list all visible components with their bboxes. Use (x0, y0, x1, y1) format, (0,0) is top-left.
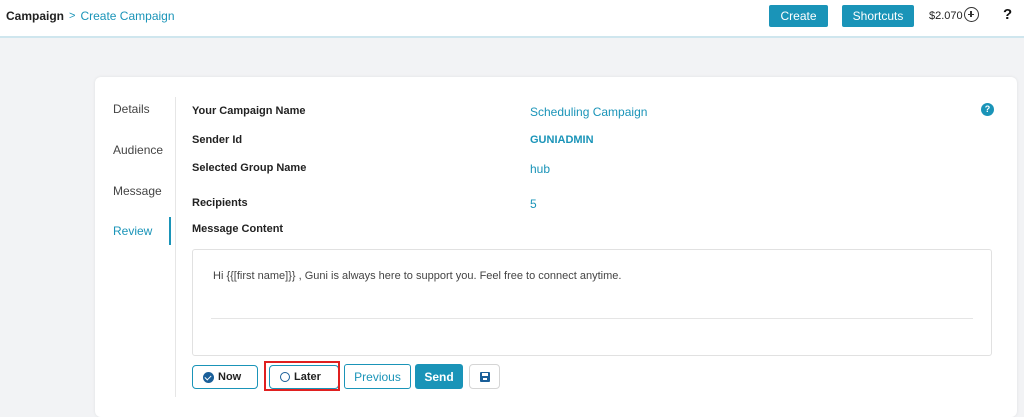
message-divider (211, 318, 973, 319)
step-details[interactable]: Details (113, 102, 150, 116)
save-button[interactable] (469, 364, 500, 389)
now-label: Now (218, 371, 242, 383)
plus-circle-icon[interactable] (964, 7, 979, 22)
radio-checked-icon (203, 371, 214, 383)
question-icon[interactable]: ? (981, 103, 994, 116)
save-icon (480, 372, 490, 382)
step-nav: Details Audience Message Review (95, 77, 175, 417)
recipients-value: 5 (530, 197, 537, 211)
breadcrumb-create-campaign[interactable]: Create Campaign (80, 9, 174, 23)
campaign-name-label: Your Campaign Name (192, 105, 306, 117)
breadcrumb-campaign[interactable]: Campaign (6, 9, 64, 23)
step-message[interactable]: Message (113, 184, 162, 198)
balance-amount: $2.070 (929, 10, 963, 22)
step-nav-divider (175, 97, 176, 397)
message-content-label: Message Content (192, 223, 284, 235)
step-review[interactable]: Review (113, 224, 152, 238)
recipients-label: Recipients (192, 197, 248, 209)
later-highlight-box (264, 361, 340, 391)
active-step-indicator (169, 217, 171, 245)
breadcrumb: Campaign > Create Campaign (6, 9, 175, 23)
help-icon[interactable]: ? (1003, 6, 1012, 23)
group-name-value: hub (530, 162, 551, 176)
send-button[interactable]: Send (415, 364, 463, 389)
campaign-review-card: Details Audience Message Review Your Cam… (95, 77, 1017, 417)
group-name-label: Selected Group Name (192, 162, 307, 174)
shortcuts-button[interactable]: Shortcuts (842, 5, 914, 27)
message-preview-box: Hi {{[first name]}} , Guni is always her… (192, 249, 992, 356)
breadcrumb-separator: > (69, 10, 76, 22)
schedule-now-option[interactable]: Now (192, 365, 258, 389)
sender-id-value: GUNIADMIN (530, 134, 594, 146)
sender-id-label: Sender Id (192, 134, 243, 146)
top-bar: Campaign > Create Campaign Create Shortc… (0, 0, 1024, 38)
previous-button[interactable]: Previous (344, 364, 411, 389)
message-text: Hi {{[first name]}} , Guni is always her… (213, 270, 622, 282)
create-button[interactable]: Create (769, 5, 828, 27)
step-audience[interactable]: Audience (113, 143, 163, 157)
campaign-name-value: Scheduling Campaign (530, 105, 648, 119)
